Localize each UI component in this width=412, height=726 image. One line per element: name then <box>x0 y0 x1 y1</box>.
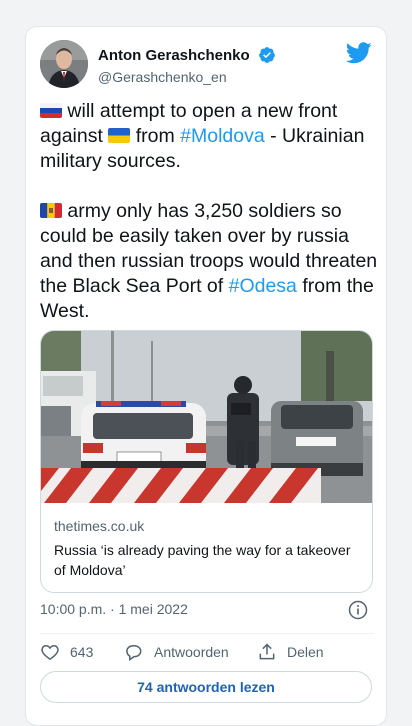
link-preview-card[interactable]: thetimes.co.uk Russia ‘is already paving… <box>40 330 373 593</box>
twitter-bird-icon[interactable] <box>346 42 372 64</box>
divider <box>40 633 374 634</box>
tweet-header: Anton Gerashchenko @Gerashchenko_en <box>40 40 374 90</box>
share-button[interactable]: Delen <box>257 639 324 665</box>
hashtag-odesa-link[interactable]: #Odesa <box>229 275 297 297</box>
link-preview-image <box>41 331 372 503</box>
like-button[interactable]: 643 <box>40 639 93 665</box>
tweet-paragraph-1: will attempt to open a new front against… <box>40 99 380 174</box>
info-icon[interactable] <box>348 600 368 620</box>
read-replies-button[interactable]: 74 antwoorden lezen <box>40 671 372 703</box>
author-handle[interactable]: @Gerashchenko_en <box>98 69 227 85</box>
author-name[interactable]: Anton Gerashchenko <box>98 47 250 64</box>
share-label: Delen <box>287 644 324 660</box>
like-count: 643 <box>70 644 94 660</box>
ukraine-flag-icon <box>108 128 131 143</box>
russia-flag-icon <box>40 103 62 118</box>
reply-label: Antwoorden <box>154 644 229 660</box>
avatar[interactable] <box>40 40 88 88</box>
tweet-text: will attempt to open a new front against… <box>40 99 380 324</box>
reply-button[interactable]: Antwoorden <box>124 639 229 665</box>
share-icon <box>259 643 275 660</box>
tweet-timestamp[interactable]: 10:00 p.m. · 1 mei 2022 <box>40 601 188 617</box>
moldova-flag-icon <box>40 203 62 218</box>
link-domain: thetimes.co.uk <box>54 518 145 534</box>
link-title: Russia ‘is already paving the way for a … <box>54 542 351 578</box>
hashtag-moldova-link[interactable]: #Moldova <box>180 125 265 147</box>
tweet-text-segment: from <box>130 125 181 147</box>
tweet-card: Anton Gerashchenko @Gerashchenko_en will… <box>25 26 387 726</box>
verified-badge-icon <box>259 47 276 63</box>
author-name-row: Anton Gerashchenko <box>98 46 276 64</box>
tweet-paragraph-2: army only has 3,250 soldiers so could be… <box>40 199 380 324</box>
heart-icon <box>41 644 59 660</box>
tweet-actions: 643 Antwoorden Delen <box>40 639 374 665</box>
reply-bubble-icon <box>126 645 142 661</box>
